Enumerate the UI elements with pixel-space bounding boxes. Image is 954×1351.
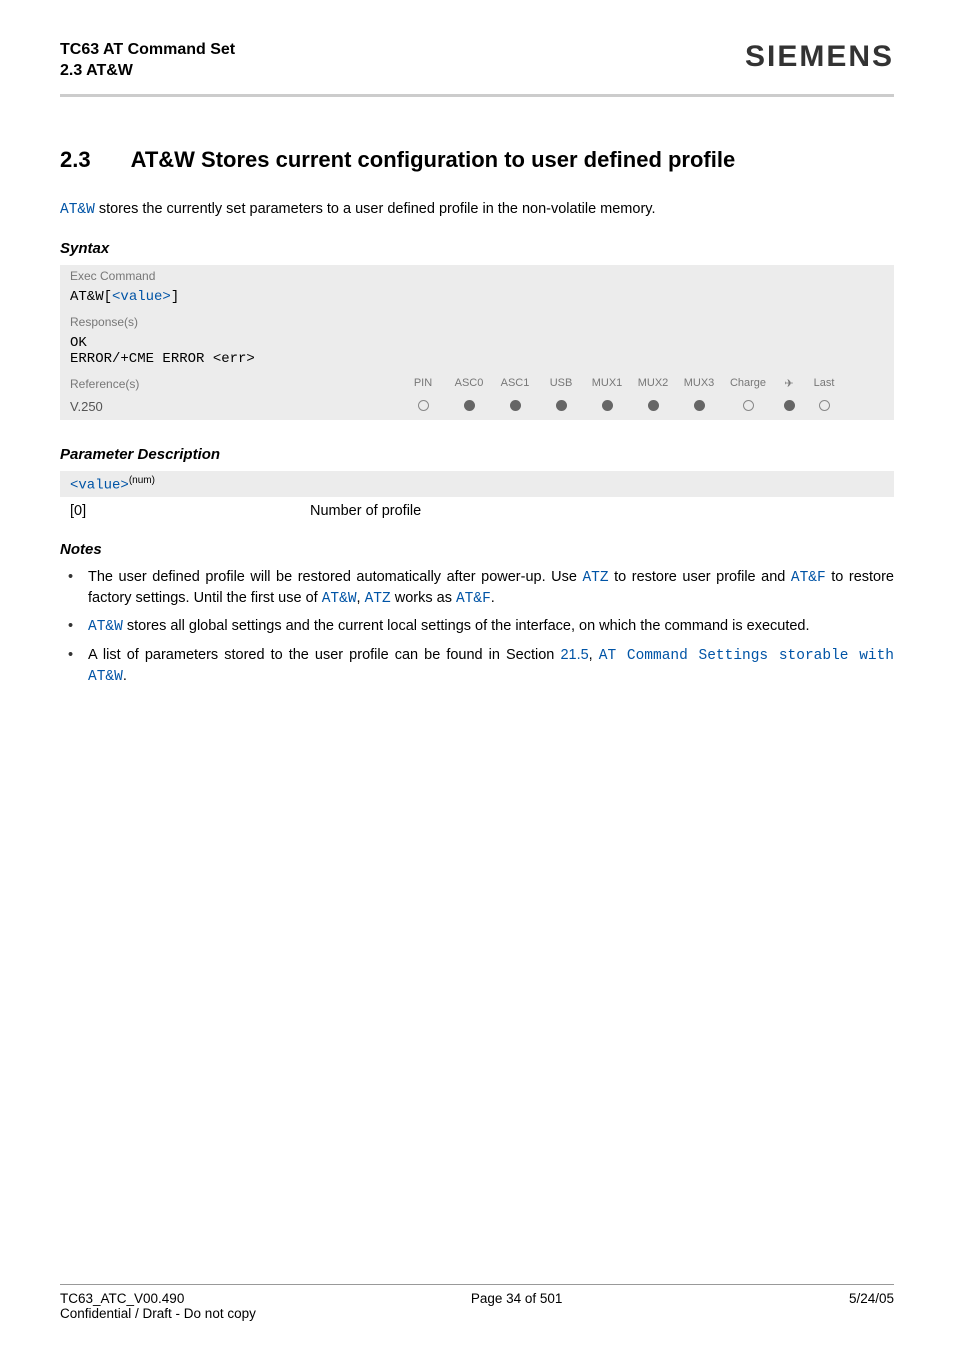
intro-cmd-link[interactable]: AT&W [60, 202, 95, 218]
note3-e: . [123, 668, 127, 684]
circle-empty-icon [418, 400, 429, 411]
section-title: 2.3 AT&W Stores current configuration to … [60, 147, 894, 173]
param-desc: Number of profile [310, 503, 421, 519]
note1-i: works as [391, 590, 456, 606]
circle-filled-icon [784, 400, 795, 411]
dot-mux1 [584, 399, 630, 414]
circle-filled-icon [602, 400, 613, 411]
notes-list: The user defined profile will be restore… [60, 568, 894, 687]
footer-divider [60, 1284, 894, 1285]
note-item-1: The user defined profile will be restore… [78, 568, 894, 609]
dot-asc1 [492, 399, 538, 414]
page-header: TC63 AT Command Set 2.3 AT&W SIEMENS [60, 40, 894, 90]
footer-page-number: Page 34 of 501 [471, 1291, 563, 1306]
syntax-heading: Syntax [60, 240, 894, 257]
col-mux2: MUX2 [630, 377, 676, 390]
reference-header-row: Reference(s) PIN ASC0 ASC1 USB MUX1 MUX2… [60, 373, 894, 395]
note3-a: A list of parameters stored to the user … [88, 647, 560, 663]
col-usb: USB [538, 377, 584, 390]
circle-filled-icon [464, 400, 475, 411]
reference-label: Reference(s) [70, 377, 400, 391]
product-title: TC63 AT Command Set [60, 40, 235, 61]
dot-charge [722, 399, 774, 414]
footer-doc-id: TC63_ATC_V00.490 [60, 1291, 184, 1306]
note1-k: . [491, 590, 495, 606]
col-last: Last [804, 377, 844, 390]
note2-b: stores all global settings and the curre… [123, 618, 810, 634]
col-airplane-icon: ✈ [774, 377, 804, 390]
param-key: [0] [60, 503, 310, 519]
dot-mux3 [676, 399, 722, 414]
exec-cmd-param-link[interactable]: <value> [112, 289, 171, 305]
response-line-ok: OK [70, 335, 884, 351]
col-asc0: ASC0 [446, 377, 492, 390]
response-body: OK ERROR/+CME ERROR <err> [60, 333, 894, 373]
brand-logo: SIEMENS [745, 40, 894, 74]
parameter-box: <value>(num) [60, 471, 894, 498]
intro-paragraph: AT&W stores the currently set parameters… [60, 201, 894, 218]
param-row: [0] Number of profile [60, 503, 894, 519]
link-section-21-5[interactable]: 21.5 [560, 647, 588, 663]
exec-cmd-prefix: AT&W[ [70, 289, 112, 305]
param-name-link[interactable]: <value> [70, 477, 129, 493]
circle-empty-icon [819, 400, 830, 411]
circle-filled-icon [648, 400, 659, 411]
page-footer: TC63_ATC_V00.490 Page 34 of 501 5/24/05 … [60, 1284, 894, 1321]
footer-confidential: Confidential / Draft - Do not copy [60, 1306, 894, 1321]
dot-pin [400, 399, 446, 414]
parameter-heading: Parameter Description [60, 446, 894, 463]
dot-last [804, 399, 844, 414]
circle-filled-icon [556, 400, 567, 411]
dot-usb [538, 399, 584, 414]
response-label: Response(s) [60, 311, 894, 333]
syntax-box: Exec Command AT&W[<value>] Response(s) O… [60, 265, 894, 420]
section-ref: 2.3 AT&W [60, 61, 235, 82]
reference-value-row: V.250 [60, 395, 894, 420]
link-atz[interactable]: ATZ [582, 570, 608, 586]
link-atw[interactable]: AT&W [322, 591, 357, 607]
exec-command-label: Exec Command [60, 265, 894, 287]
dot-asc0 [446, 399, 492, 414]
exec-command: AT&W[<value>] [60, 287, 894, 311]
footer-row-1: TC63_ATC_V00.490 Page 34 of 501 5/24/05 [60, 1291, 894, 1306]
section-heading-text: AT&W Stores current configuration to use… [131, 147, 736, 172]
note-item-3: A list of parameters stored to the user … [78, 646, 894, 687]
col-pin: PIN [400, 377, 446, 390]
dot-airplane [774, 399, 804, 414]
note1-a: The user defined profile will be restore… [88, 569, 582, 585]
circle-filled-icon [694, 400, 705, 411]
col-mux1: MUX1 [584, 377, 630, 390]
link-atf[interactable]: AT&F [791, 570, 826, 586]
footer-date: 5/24/05 [849, 1291, 894, 1306]
col-asc1: ASC1 [492, 377, 538, 390]
link-atf-2[interactable]: AT&F [456, 591, 491, 607]
circle-empty-icon [743, 400, 754, 411]
circle-filled-icon [510, 400, 521, 411]
header-left: TC63 AT Command Set 2.3 AT&W [60, 40, 235, 82]
note-item-2: AT&W stores all global settings and the … [78, 617, 894, 638]
notes-heading: Notes [60, 541, 894, 558]
col-mux3: MUX3 [676, 377, 722, 390]
exec-cmd-suffix: ] [171, 289, 179, 305]
header-divider [60, 94, 894, 97]
link-atz-2[interactable]: ATZ [365, 591, 391, 607]
reference-columns: PIN ASC0 ASC1 USB MUX1 MUX2 MUX3 Charge … [400, 377, 884, 390]
dot-mux2 [630, 399, 676, 414]
col-charge: Charge [722, 377, 774, 390]
intro-rest: stores the currently set parameters to a… [95, 201, 656, 217]
note1-g: , [357, 590, 365, 606]
response-line-error: ERROR/+CME ERROR <err> [70, 351, 884, 367]
section-number: 2.3 [60, 147, 91, 173]
reference-value: V.250 [70, 399, 400, 414]
note1-c: to restore user profile and [609, 569, 791, 585]
param-sup: (num) [129, 475, 155, 486]
reference-dots [400, 399, 884, 414]
note3-c: , [589, 647, 599, 663]
link-atw-2[interactable]: AT&W [88, 619, 123, 635]
